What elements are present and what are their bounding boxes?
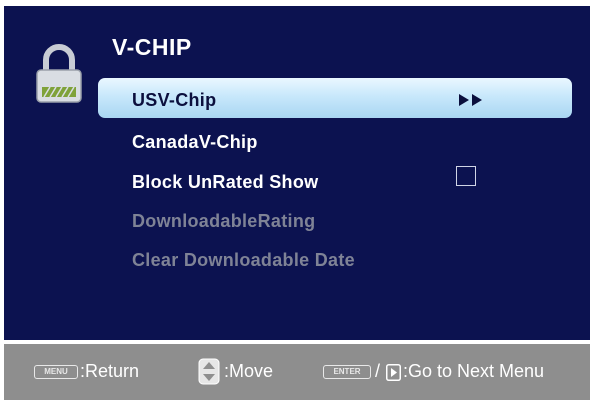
right-key-icon xyxy=(386,364,401,381)
block-unrated-checkbox[interactable] xyxy=(456,166,476,186)
menu-item-canada-v-chip[interactable]: CanadaV-Chip xyxy=(132,132,258,153)
padlock-icon xyxy=(36,44,82,103)
submenu-arrow-icon xyxy=(459,94,482,106)
next-menu-hint: :Go to Next Menu xyxy=(403,361,545,381)
move-hint: :Move xyxy=(224,361,274,381)
key-separator: / xyxy=(375,361,381,381)
menu-item-clear-downloadable-date: Clear Downloadable Date xyxy=(132,250,355,270)
menu-item-block-unrated-show[interactable]: Block UnRated Show xyxy=(132,172,318,193)
menu-key-icon: MENU xyxy=(34,365,78,379)
enter-key-icon: ENTER xyxy=(323,365,371,379)
help-bar: MENU :Return :Move ENTER / :Go to Next M… xyxy=(4,344,590,400)
menu-item-downloadable-rating: DownloadableRating xyxy=(132,211,316,231)
up-down-icon xyxy=(198,358,220,385)
vchip-menu-panel: V-CHIP USV-Chip CanadaV-Chip Block UnRat… xyxy=(4,6,590,340)
menu-item-usv-chip[interactable]: USV-Chip xyxy=(132,90,216,111)
return-hint: :Return xyxy=(80,361,140,381)
menu-title: V-CHIP xyxy=(112,34,192,60)
